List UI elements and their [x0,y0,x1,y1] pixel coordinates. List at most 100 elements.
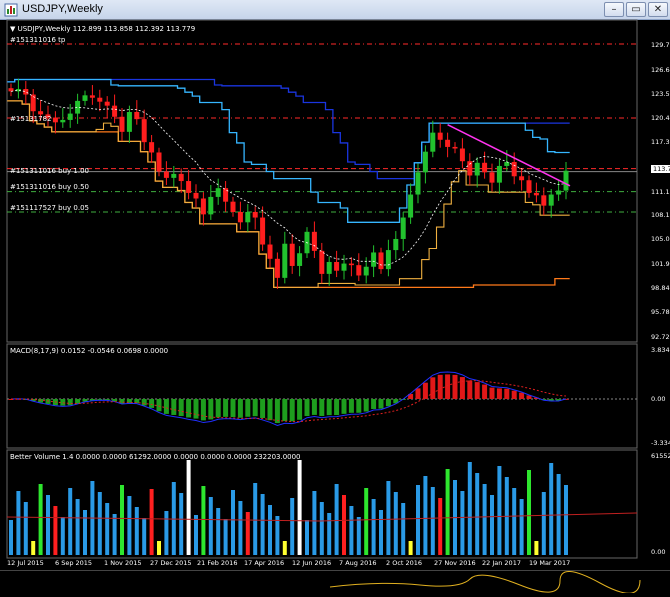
volume-bar [519,499,524,555]
candle-body [134,112,140,120]
macd-histogram-bar [223,399,229,417]
candle-body [334,261,340,271]
macd-histogram-bar [326,399,332,416]
candle-body [141,119,147,143]
moving-average-line [10,89,567,266]
candle-body [526,180,532,193]
macd-tick: -3.334 [651,439,670,447]
price-tick: 105.01 [651,235,670,243]
macd-histogram-bar [252,399,258,417]
price-tick: 98.84 [651,284,670,292]
x-axis-label: 7 Aug 2016 [339,559,377,567]
lower-band-long [7,100,570,289]
candle-body [237,211,243,223]
volume-bar [467,462,472,555]
price-tick: 120.44 [651,114,670,122]
volume-bar [245,512,250,555]
macd-histogram-bar [474,382,480,399]
candle-body [60,119,66,123]
candle-body [208,196,214,215]
volume-bar [260,494,265,555]
macd-histogram-bar [445,374,451,399]
macd-histogram-bar [282,399,288,422]
candle-body [504,161,510,166]
volume-bar [475,473,480,555]
candle-body [38,111,44,115]
volume-bar [379,510,383,555]
volume-bar [497,466,502,555]
candle-body [467,161,473,176]
volume-bar [305,520,309,555]
bottom-indicator-strip [0,570,670,594]
macd-histogram-bar [452,374,458,399]
x-axis-label: 2 Oct 2016 [386,559,423,567]
x-axis-label: 22 Jan 2017 [482,559,521,567]
volume-bar [438,498,443,555]
candle-body [119,116,125,132]
volume-bar [120,485,124,555]
volume-bar [319,502,324,555]
volume-bar [393,492,398,555]
price-panel-frame [6,19,638,343]
macd-histogram-bar [297,399,303,420]
volume-bar [364,488,369,555]
macd-tick: 0.00 [651,395,666,403]
candle-body [178,173,184,182]
macd-histogram-bar [119,399,125,404]
price-tick: 95.78 [651,308,670,316]
macd-histogram-bar [237,399,243,418]
candle-body [385,250,391,270]
macd-histogram-bar [341,399,347,414]
volume-bar [186,460,191,555]
candle-body [341,263,347,271]
candle-body [452,146,458,149]
candle-body [245,211,251,223]
candle-body [445,139,451,147]
macd-histogram-bar [274,399,280,424]
candle-body [548,194,554,206]
volume-bar [83,510,87,555]
volume-bar [401,503,406,555]
volume-bar [75,499,80,555]
macd-histogram-bar [363,399,369,412]
volume-bar [216,508,221,555]
candle-body [126,112,132,132]
candle-body [511,161,517,177]
macd-histogram-bar [156,399,162,412]
candle-body [52,117,58,123]
price-tick: 92.72 [651,333,670,341]
candle-body [23,88,29,95]
x-axis-label: 27 Nov 2016 [434,559,476,567]
candle-body [408,194,414,218]
volume-bar [208,497,213,555]
candle-body [378,252,384,270]
volume-bar [149,489,154,555]
volume-bar [460,491,465,555]
macd-histogram-bar [304,399,310,417]
chart-canvas[interactable] [0,0,670,592]
price-tick: 111.17 [651,188,670,196]
candle-body [186,181,192,193]
volume-bar [223,519,228,555]
macd-histogram-bar [356,399,362,413]
candle-body [430,132,436,152]
volume-bar [356,517,361,555]
macd-histogram-bar [178,399,184,417]
main-chart-header: ▼ USDJPY,Weekly 112.899 113.858 112.392 … [10,25,196,33]
volume-bar [157,541,161,555]
price-tick: 101.90 [651,260,670,268]
candle-body [556,190,562,195]
candle-body [297,253,303,266]
price-tick: 108.10 [651,211,670,219]
candle-body [267,244,273,259]
volume-bar [282,541,287,555]
macd-histogram-bar [348,399,354,413]
order-label-sl: #15131782 [10,115,52,123]
volume-bar [312,491,317,555]
candle-body [393,238,399,251]
volume-bar [194,515,198,555]
price-tick: 129.77 [651,41,670,49]
current-price-tag: 113.77 [651,165,670,173]
candle-body [319,250,325,274]
candle-body [171,173,177,178]
